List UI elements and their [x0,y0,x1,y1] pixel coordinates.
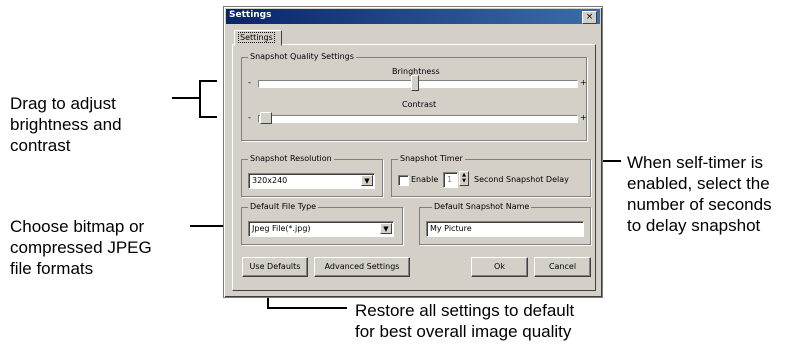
chevron-down-icon[interactable]: ▼ [380,223,392,234]
leader-brightness-h [172,97,199,99]
resolution-group: Snapshot Resolution 320x240 ▼ [241,154,383,197]
snapshot-name-legend: Default Snapshot Name [432,202,532,211]
quality-legend: Snapshot Quality Settings [248,52,356,61]
contrast-slider[interactable] [258,115,578,123]
timer-group: Snapshot Timer Enable 1 ▲ ▼ Second Snapsh… [391,154,591,197]
chevron-down-icon[interactable]: ▼ [361,175,373,186]
brightness-slider-thumb[interactable] [411,75,419,91]
close-icon[interactable]: × [582,11,597,24]
file-type-value: Jpeg File(*.jpg) [252,224,311,233]
timer-delay-label: Second Snapshot Delay [474,175,569,184]
timer-seconds-value: 1 [447,175,453,184]
snapshot-name-input[interactable]: My Picture [426,221,584,237]
snapshot-name-value: My Picture [430,224,472,233]
settings-dialog: Settings × Settings Snapshot Quality Set… [223,6,603,298]
timer-enable-checkbox[interactable] [398,175,409,186]
contrast-label: Contrast [402,100,437,109]
leader-brightness-top [199,80,217,82]
tab-settings[interactable]: Settings [234,30,282,46]
leader-brightness-bottom [199,116,217,118]
file-type-legend: Default File Type [248,202,319,211]
use-defaults-button[interactable]: Use Defaults [242,257,308,277]
snapshot-name-group: Default Snapshot Name My Picture [419,202,591,245]
settings-panel: Snapshot Quality Settings Bringhtness - … [232,44,596,291]
ok-button[interactable]: Ok [471,257,528,277]
contrast-plus: + [580,113,587,122]
contrast-minus: - [248,113,251,122]
spin-arrows-icon[interactable]: ▲ ▼ [459,171,469,186]
callout-file-type: Choose bitmap or compressed JPEG file fo… [10,217,152,278]
timer-legend: Snapshot Timer [398,154,465,163]
resolution-select[interactable]: 320x240 ▼ [248,173,375,189]
brightness-minus: - [248,78,251,87]
quality-group: Snapshot Quality Settings Bringhtness - … [241,52,587,141]
leader-brightness-bracket [199,80,201,118]
brightness-plus: + [580,78,587,87]
advanced-settings-button[interactable]: Advanced Settings [314,257,410,277]
title-bar[interactable]: Settings × [226,9,600,24]
file-type-select[interactable]: Jpeg File(*.jpg) ▼ [248,221,394,237]
dialog-title: Settings [229,10,272,20]
contrast-slider-thumb[interactable] [260,112,272,124]
cancel-button[interactable]: Cancel [534,257,591,277]
callout-defaults: Restore all settings to default for best… [355,301,575,341]
timer-seconds-input[interactable]: 1 [443,172,458,188]
leader-defaults-h [267,307,347,309]
callout-timer: When self-timer is enabled, select the n… [627,153,772,235]
timer-enable-label: Enable [411,175,439,184]
resolution-value: 320x240 [252,176,288,185]
callout-brightness: Drag to adjust brightness and contrast [10,94,122,155]
resolution-legend: Snapshot Resolution [248,154,334,163]
tab-settings-label: Settings [238,32,275,43]
file-type-group: Default File Type Jpeg File(*.jpg) ▼ [241,202,403,245]
